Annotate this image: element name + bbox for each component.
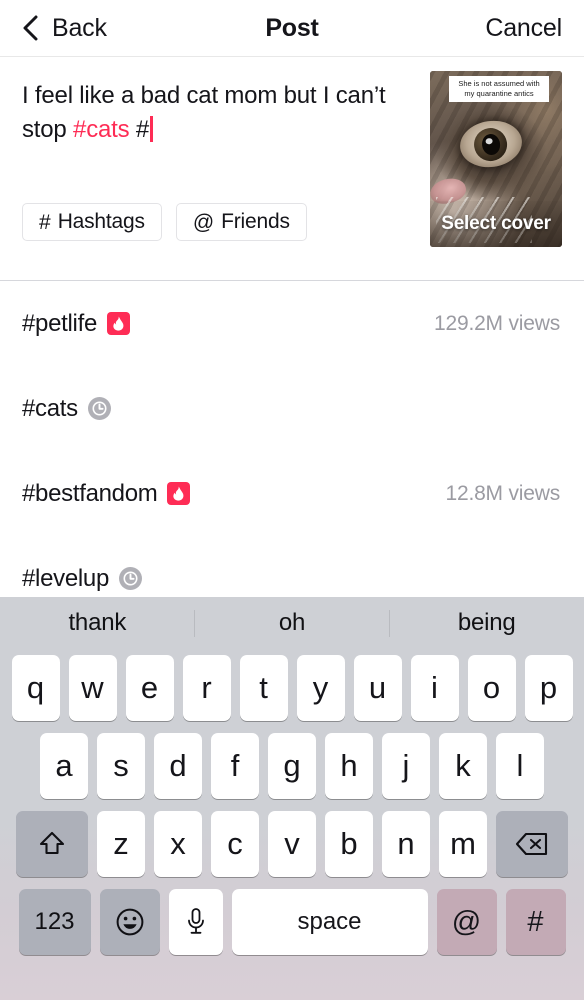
key-h[interactable]: h [325,733,373,799]
recent-clock-icon [119,567,142,590]
text-caret [150,116,153,142]
predictive-text-bar: thank oh being [0,597,584,649]
suggestion-label-group: #cats [22,395,111,423]
key-v[interactable]: v [268,811,316,877]
suggestion-label-group: #levelup [22,565,142,593]
prediction-1[interactable]: thank [0,609,195,637]
keyboard-row-4: 123 spac [0,889,584,955]
backspace-icon [515,831,549,857]
hashtag-name: #cats [22,395,78,423]
space-key[interactable]: space [232,889,428,955]
keyboard-rows: q w e r t y u i o p a s d f g h j k l [0,649,584,955]
list-item[interactable]: #petlife 129.2M views [0,281,584,366]
hashtags-button[interactable]: # Hashtags [22,203,162,241]
hashtag-name: #petlife [22,310,97,338]
key-u[interactable]: u [354,655,402,721]
at-key[interactable]: @ [437,889,497,955]
on-screen-keyboard: thank oh being q w e r t y u i o p a s d… [0,597,584,1000]
key-r[interactable]: r [183,655,231,721]
key-o[interactable]: o [468,655,516,721]
key-m[interactable]: m [439,811,487,877]
key-y[interactable]: y [297,655,345,721]
key-l[interactable]: l [496,733,544,799]
key-a[interactable]: a [40,733,88,799]
trending-flame-icon [167,482,190,505]
keyboard-row-3: z x c v b n m [0,811,584,877]
cat-iris [472,126,509,163]
cat-eye-glint [485,138,493,145]
compose-area: I feel like a bad cat mom but I can’t st… [0,57,584,281]
emoji-smiley-icon [115,907,145,937]
prediction-3[interactable]: being [389,609,584,637]
key-z[interactable]: z [97,811,145,877]
select-cover-label: Select cover [441,213,551,235]
key-p[interactable]: p [525,655,573,721]
shift-key[interactable] [16,811,88,877]
numbers-key[interactable]: 123 [19,889,91,955]
compose-chips: # Hashtags @ Friends [22,203,307,241]
predict-divider [389,610,390,637]
key-i[interactable]: i [411,655,459,721]
view-count: 129.2M views [434,312,560,336]
caption-text-after: # [129,116,149,143]
hashtag-name: #levelup [22,565,109,593]
cancel-button[interactable]: Cancel [485,14,562,43]
dictation-key[interactable] [169,889,223,955]
list-item[interactable]: #bestfandom 12.8M views [0,451,584,536]
keyboard-row-2: a s d f g h j k l [0,733,584,799]
back-button[interactable]: Back [22,14,107,43]
key-w[interactable]: w [69,655,117,721]
cat-pupil [481,133,502,156]
hashtag-name: #bestfandom [22,480,157,508]
prediction-2[interactable]: oh [195,609,390,637]
hashtag-suggestion-list: #petlife 129.2M views #cats [0,281,584,621]
suggestion-label-group: #petlife [22,310,130,338]
chevron-left-icon [22,15,39,41]
key-q[interactable]: q [12,655,60,721]
key-g[interactable]: g [268,733,316,799]
caption-input[interactable]: I feel like a bad cat mom but I can’t st… [22,79,414,147]
back-label: Back [52,14,107,43]
key-d[interactable]: d [154,733,202,799]
at-sign-icon: @ [193,212,214,233]
video-thumbnail[interactable]: She is not assumed with my quarantine an… [430,71,562,247]
key-x[interactable]: x [154,811,202,877]
predict-divider [194,610,195,637]
backspace-key[interactable] [496,811,568,877]
key-j[interactable]: j [382,733,430,799]
friends-button[interactable]: @ Friends [176,203,307,241]
caption-hashtag: #cats [73,116,129,143]
key-n[interactable]: n [382,811,430,877]
key-c[interactable]: c [211,811,259,877]
recent-clock-icon [88,397,111,420]
suggestion-label-group: #bestfandom [22,480,190,508]
key-f[interactable]: f [211,733,259,799]
shift-arrow-icon [37,829,67,859]
hashtag-icon: # [39,212,51,233]
key-e[interactable]: e [126,655,174,721]
friends-label: Friends [221,210,290,234]
key-k[interactable]: k [439,733,487,799]
hashtags-label: Hashtags [58,210,145,234]
app-header: Back Post Cancel [0,0,584,57]
key-b[interactable]: b [325,811,373,877]
microphone-icon [185,907,207,937]
key-t[interactable]: t [240,655,288,721]
select-cover-button[interactable]: Select cover [430,201,562,247]
keyboard-row-1: q w e r t y u i o p [0,655,584,721]
emoji-key[interactable] [100,889,160,955]
view-count: 12.8M views [445,482,560,506]
trending-flame-icon [107,312,130,335]
meme-caption-text: She is not assumed with my quarantine an… [449,76,549,102]
post-screen: Back Post Cancel I feel like a bad cat m… [0,0,584,1000]
key-s[interactable]: s [97,733,145,799]
list-item[interactable]: #cats [0,366,584,451]
hash-key[interactable]: # [506,889,566,955]
